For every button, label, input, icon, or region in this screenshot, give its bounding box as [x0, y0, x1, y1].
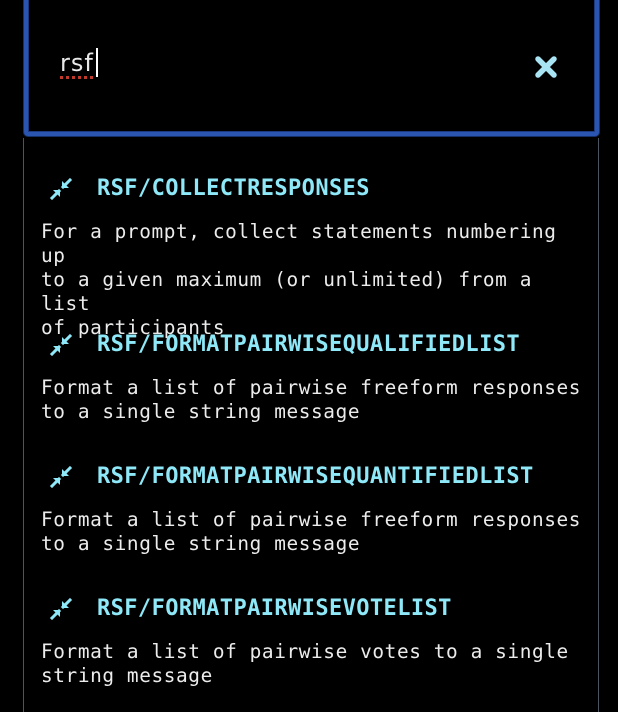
result-title: RSF/FORMATPAIRWISEQUANTIFIEDLIST	[97, 464, 534, 489]
app-root: rsf RSF/COLLECTRESPONSES For a prompt, c	[0, 0, 618, 712]
results-list: RSF/COLLECTRESPONSES For a prompt, colle…	[23, 138, 599, 712]
result-description: For a prompt, collect statements numberi…	[41, 220, 557, 339]
result-description: Format a list of pairwise freeform respo…	[41, 508, 582, 555]
result-description: Format a list of pairwise votes to a sin…	[41, 640, 569, 687]
compress-arrows-icon	[48, 596, 74, 622]
compress-arrows-icon	[48, 332, 74, 358]
compress-arrows-icon	[48, 176, 74, 202]
result-description: Format a list of pairwise freeform respo…	[41, 376, 582, 423]
search-box[interactable]: rsf	[24, 0, 599, 136]
result-title: RSF/COLLECTRESPONSES	[97, 176, 370, 201]
result-title: RSF/FORMATPAIRWISEVOTELIST	[97, 596, 452, 621]
clear-search-button[interactable]	[533, 54, 559, 80]
compress-arrows-icon	[48, 464, 74, 490]
close-icon	[535, 56, 557, 78]
text-caret	[95, 48, 98, 77]
result-title: RSF/FORMATPAIRWISEQUALIFIEDLIST	[97, 332, 520, 357]
search-input-value: rsf	[60, 49, 94, 77]
search-input[interactable]: rsf	[60, 48, 98, 78]
